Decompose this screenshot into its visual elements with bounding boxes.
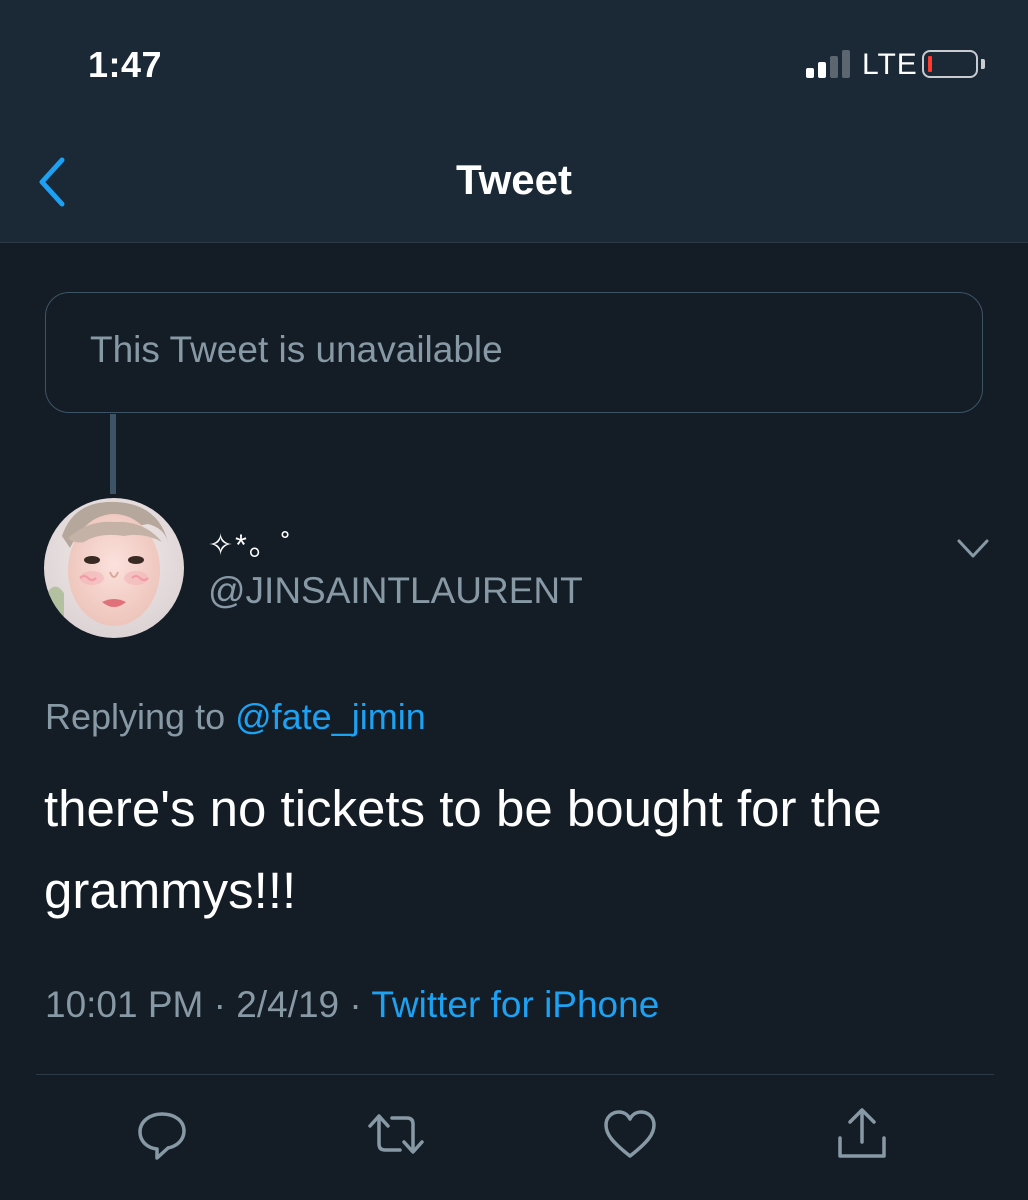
tweet-text: there's no tickets to be bought for the …: [44, 780, 882, 919]
profile-photo: [44, 498, 184, 638]
reply-to-link[interactable]: @fate_jimin: [235, 696, 426, 737]
meta-separator: ·: [213, 984, 226, 1025]
display-name[interactable]: ✧*。˚: [208, 520, 293, 564]
battery-level: [928, 56, 932, 72]
retweet-button[interactable]: [366, 1104, 426, 1164]
chevron-down-icon: [957, 539, 989, 558]
user-handle[interactable]: @JINSAINTLAURENT: [208, 570, 583, 612]
tweet-time: 10:01 PM: [45, 984, 204, 1025]
unavailable-message: This Tweet is unavailable: [90, 329, 503, 370]
unavailable-tweet-card[interactable]: This Tweet is unavailable: [45, 292, 983, 413]
share-icon: [838, 1108, 886, 1158]
like-button[interactable]: [600, 1104, 660, 1164]
meta-separator: ·: [349, 984, 362, 1025]
reply-icon: [138, 1112, 186, 1160]
reply-prefix: Replying to: [45, 696, 236, 737]
retweet-icon: [368, 1114, 424, 1154]
page-title: Tweet: [456, 156, 572, 203]
top-bar: 1:47 LTE Tweet: [0, 0, 1028, 243]
reply-button[interactable]: [132, 1104, 192, 1164]
signal-strength-icon: [806, 50, 854, 78]
avatar[interactable]: [44, 498, 184, 638]
thread-connector: [110, 414, 116, 494]
battery-cap: [981, 59, 985, 69]
tweet-options-button[interactable]: [956, 535, 990, 563]
like-icon: [604, 1110, 656, 1158]
battery-icon: [922, 50, 978, 78]
divider: [36, 1074, 994, 1075]
tweet-source-link[interactable]: Twitter for iPhone: [371, 984, 659, 1025]
share-button[interactable]: [832, 1104, 892, 1164]
network-type: LTE: [862, 48, 918, 81]
tweet-meta: 10:01 PM · 2/4/19 · Twitter for iPhone: [45, 984, 659, 1026]
tweet-date: 2/4/19: [236, 984, 340, 1025]
replying-to: Replying to @fate_jimin: [45, 696, 426, 738]
status-time: 1:47: [88, 44, 163, 85]
